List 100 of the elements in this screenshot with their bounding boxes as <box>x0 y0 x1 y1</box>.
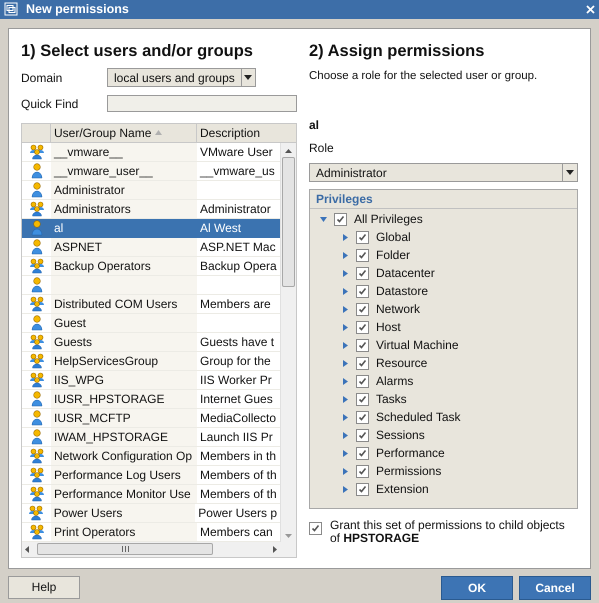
table-row[interactable]: HelpServicesGroup Group for the <box>22 352 280 371</box>
role-dropdown[interactable]: Administrator <box>309 163 578 182</box>
collapsed-arrow-icon[interactable] <box>342 396 349 402</box>
table-row[interactable]: Distributed COM Users Members are <box>22 294 280 314</box>
user-icon <box>30 428 42 445</box>
table-row[interactable]: Administrator <box>22 180 280 200</box>
description-cell-text: MediaCollecto <box>199 410 278 427</box>
privilege-label: Sessions <box>376 427 425 444</box>
expanded-arrow-icon[interactable] <box>320 216 327 222</box>
checkbox[interactable] <box>309 522 322 535</box>
checkmark-icon <box>336 214 345 224</box>
domain-dropdown[interactable]: local users and groups <box>107 68 256 88</box>
name-cell: Distributed COM Users <box>51 294 197 313</box>
user-icon <box>30 276 42 293</box>
collapsed-arrow-icon[interactable] <box>342 432 349 438</box>
checkbox[interactable] <box>356 392 369 406</box>
table-row[interactable]: IUSR_HPSTORAGE Internet Gues <box>22 390 280 409</box>
table-row[interactable]: Administrators Administrator <box>22 200 280 219</box>
collapsed-arrow-icon[interactable] <box>342 342 349 348</box>
collapsed-arrow-icon[interactable] <box>342 360 349 366</box>
name-cell: Administrators <box>51 200 197 218</box>
scroll-up-icon[interactable] <box>285 148 292 153</box>
checkbox[interactable] <box>356 266 369 280</box>
table-row[interactable]: Backup Operators Backup Opera <box>22 256 280 276</box>
user-group-icon <box>28 466 44 483</box>
column-header[interactable]: User/Group Name <box>51 124 197 142</box>
user-icon <box>30 220 42 236</box>
checkbox[interactable] <box>356 320 369 334</box>
checkbox[interactable] <box>356 248 369 262</box>
collapsed-arrow-icon[interactable] <box>342 414 349 420</box>
checkbox[interactable] <box>356 410 369 424</box>
collapsed-arrow-icon[interactable] <box>342 324 349 330</box>
help-button[interactable]: Help <box>8 576 80 599</box>
checkbox[interactable] <box>334 212 347 226</box>
table-row[interactable]: Print Operators Members can <box>22 522 280 542</box>
collapsed-arrow-icon[interactable] <box>342 486 349 492</box>
table-row[interactable]: IUSR_MCFTP MediaCollecto <box>22 408 280 428</box>
table-row[interactable]: IIS_WPG IIS Worker Pr <box>22 370 280 390</box>
privileges-title: Privileges <box>310 190 577 209</box>
vertical-scrollbar[interactable] <box>280 142 296 542</box>
horizontal-scrollbar[interactable] <box>22 542 296 557</box>
privilege-label: Virtual Machine <box>376 337 458 354</box>
table-row[interactable]: Performance Monitor Use Members of th <box>22 484 280 504</box>
privilege-label: Performance <box>376 445 445 462</box>
checkbox[interactable] <box>356 446 369 460</box>
checkbox[interactable] <box>356 374 369 388</box>
user-group-icon <box>28 504 44 521</box>
collapsed-arrow-icon[interactable] <box>342 270 349 276</box>
description-cell-text: Al West <box>199 220 242 237</box>
description-cell-text: IIS Worker Pr <box>199 372 273 389</box>
column-header[interactable]: Description <box>197 124 296 142</box>
name-cell: IWAM_HPSTORAGE <box>51 428 197 446</box>
ok-button[interactable]: OK <box>441 576 513 600</box>
collapsed-arrow-icon[interactable] <box>342 252 349 258</box>
scroll-left-icon[interactable] <box>25 546 29 553</box>
description-cell-text: Members of th <box>199 466 278 484</box>
collapsed-arrow-icon[interactable] <box>342 306 349 312</box>
user-icon <box>30 238 42 255</box>
checkbox[interactable] <box>356 464 369 478</box>
description-cell-text: Administrator <box>199 200 272 218</box>
description-cell-text: __vmware_us <box>198 162 276 180</box>
description-cell-text: VMware User <box>199 144 274 161</box>
selected-user-name: al <box>309 117 320 134</box>
table-row[interactable]: Network Configuration Op Members in th <box>22 446 280 466</box>
table-row[interactable]: ASPNET ASP.NET Mac <box>22 238 280 257</box>
checkbox[interactable] <box>356 284 369 298</box>
user-icon <box>30 162 42 179</box>
collapsed-arrow-icon[interactable] <box>342 378 349 384</box>
collapsed-arrow-icon[interactable] <box>342 234 349 240</box>
collapsed-arrow-icon[interactable] <box>342 450 349 456</box>
description-cell-text: Group for the <box>199 352 272 370</box>
name-cell: __vmware__ <box>51 142 197 161</box>
scroll-right-icon[interactable] <box>273 546 277 553</box>
checkbox[interactable] <box>356 302 369 316</box>
table-row[interactable]: __vmware_user__ __vmware_us <box>22 162 280 181</box>
table-row[interactable]: Guest <box>22 314 280 333</box>
description-cell-text: Power Users p <box>197 504 278 522</box>
checkbox[interactable] <box>356 428 369 442</box>
table-row[interactable]: Performance Log Users Members of th <box>22 466 280 485</box>
table-row[interactable]: Power Users Power Users p <box>22 504 280 523</box>
collapsed-arrow-icon[interactable] <box>342 468 349 474</box>
table-row[interactable]: IWAM_HPSTORAGE Launch IIS Pr <box>22 428 280 447</box>
checkbox[interactable] <box>356 230 369 244</box>
cancel-button[interactable]: Cancel <box>519 576 591 600</box>
name-cell: __vmware_user__ <box>51 162 197 180</box>
table-row[interactable]: Guests Guests have t <box>22 332 280 352</box>
table-row[interactable]: al Al West <box>22 218 280 238</box>
checkbox[interactable] <box>356 338 369 352</box>
privilege-label: Host <box>376 319 401 336</box>
privilege-label: Tasks <box>376 391 407 408</box>
checkbox[interactable] <box>356 356 369 370</box>
collapsed-arrow-icon[interactable] <box>342 288 349 294</box>
description-cell-text: Members can <box>199 524 274 541</box>
close-icon[interactable] <box>586 4 595 14</box>
checkbox[interactable] <box>356 482 369 496</box>
user-icon <box>30 410 42 426</box>
table-row[interactable]: __vmware__ VMware User <box>22 142 280 162</box>
description-cell-text: Guests have t <box>199 334 276 351</box>
quick-find-field[interactable] <box>107 95 297 112</box>
privilege-label: All Privileges <box>354 211 423 228</box>
